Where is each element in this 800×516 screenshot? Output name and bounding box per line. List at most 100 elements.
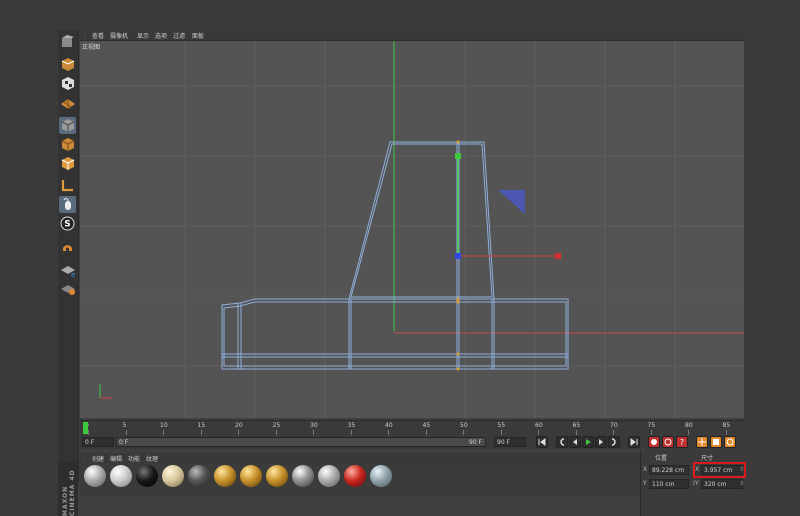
material-swatch-gold[interactable]	[214, 465, 236, 487]
material-menubar: ⋮ 创建 编辑 功能 纹理	[80, 453, 640, 463]
size-y-field[interactable]: 320 cm	[701, 479, 743, 489]
viewport-menubar: ⋮ 查看 摄像机 显示 选项 过滤 面板	[80, 30, 744, 41]
previous-frame-button[interactable]	[569, 436, 581, 448]
auto-key-button[interactable]	[662, 436, 674, 448]
key-help-button[interactable]: ?	[676, 436, 688, 448]
current-frame-label: 0 F	[119, 439, 129, 446]
axis-tool-icon[interactable]	[59, 177, 76, 194]
gizmo-center-handle[interactable]	[455, 253, 461, 259]
menu-view[interactable]: 查看	[92, 31, 104, 40]
playback-controls-row: 0 F 0 F 90 F 90 F ?	[80, 435, 744, 449]
view-label: 正视图	[82, 44, 101, 51]
range-end-label: 90 F	[469, 439, 482, 446]
end-frame-field[interactable]: 90 F	[494, 437, 526, 447]
object-cube-icon[interactable]	[59, 155, 76, 172]
material-swatches	[80, 463, 640, 495]
gizmo-y-handle[interactable]	[455, 153, 461, 159]
pos-y-label: Y	[643, 480, 647, 487]
size-y-label: Y	[695, 480, 699, 487]
svg-text:e: e	[71, 271, 75, 278]
frame-range-slider[interactable]: 0 F 90 F	[116, 437, 486, 447]
timeline-ruler[interactable]: 0510152025303540455055606570758085	[80, 420, 744, 435]
timeline-tick-label: 40	[385, 422, 393, 429]
next-key-button[interactable]	[608, 436, 620, 448]
cinema4d-window: S e ⋮ 查看 摄像机 显示 选项 过滤 面板 正视图 5 10 15 20 …	[58, 30, 746, 516]
snap-s-icon[interactable]: S	[59, 215, 76, 232]
position-header: 位置	[655, 455, 668, 462]
cube-object-icon[interactable]	[59, 56, 76, 73]
mouse-tweak-icon[interactable]	[59, 196, 76, 213]
timeline-tick-label: 35	[347, 422, 356, 429]
menu-camera[interactable]: 摄像机	[110, 31, 128, 40]
move-gizmo[interactable]	[455, 153, 561, 259]
start-frame-field[interactable]: 0 F	[82, 437, 114, 447]
timeline-tick-label: 65	[572, 422, 581, 429]
grip-icon: ⋮	[82, 31, 88, 38]
timeline-playhead[interactable]	[83, 422, 88, 434]
material-swatch-dark-gray[interactable]	[188, 465, 210, 487]
gizmo-plane-handle[interactable]	[498, 190, 525, 214]
material-swatch-chrome[interactable]	[292, 465, 314, 487]
material-swatch-red[interactable]	[344, 465, 366, 487]
viewport-canvas	[80, 41, 744, 418]
timeline-tick-label: 20	[235, 422, 243, 429]
menu-function[interactable]: 功能	[128, 454, 140, 463]
go-to-start-button[interactable]	[536, 436, 548, 448]
rotate-key-button[interactable]	[710, 436, 722, 448]
timeline-tick-label: 60	[535, 422, 543, 429]
menu-display[interactable]: 显示	[137, 31, 149, 40]
menu-edit[interactable]: 编辑	[110, 454, 122, 463]
position-x-field[interactable]: 89.228 cm	[649, 465, 689, 475]
grid-lock-icon[interactable]	[59, 280, 76, 297]
texture-mode-icon[interactable]	[59, 136, 76, 153]
material-swatch-glass[interactable]	[370, 465, 392, 487]
highlight-annotation	[693, 462, 746, 478]
timeline-tick-label: 10	[160, 422, 168, 429]
svg-text:S: S	[64, 220, 70, 230]
menu-panel[interactable]: 面板	[192, 31, 204, 40]
go-to-end-button[interactable]	[628, 436, 640, 448]
move-key-button[interactable]	[696, 436, 708, 448]
material-swatch-black[interactable]	[136, 465, 158, 487]
timeline-tick-label: 5	[122, 422, 127, 429]
record-key-button[interactable]	[648, 436, 660, 448]
timeline-tick-label: 50	[460, 422, 468, 429]
previous-key-button[interactable]	[556, 436, 568, 448]
viewport-grid	[80, 41, 744, 418]
menu-options[interactable]: 选项	[155, 31, 167, 40]
timeline-tick-label: 25	[272, 422, 281, 429]
position-y-field[interactable]: 110 cm	[649, 479, 689, 489]
timeline-tick-label: 55	[497, 422, 506, 429]
move-tool-icon[interactable]	[59, 34, 76, 51]
material-swatch-silver[interactable]	[318, 465, 340, 487]
material-swatch-cream[interactable]	[162, 465, 184, 487]
model-mode-icon[interactable]	[59, 117, 76, 134]
material-swatch-white[interactable]	[110, 465, 132, 487]
left-toolbar: S e	[58, 30, 79, 482]
material-swatch-gold[interactable]	[240, 465, 262, 487]
timeline-tick-label: 75	[647, 422, 656, 429]
next-frame-button[interactable]	[595, 436, 607, 448]
size-y-stepper-icon[interactable]: ⇕	[739, 480, 744, 487]
svg-text:?: ?	[680, 438, 684, 447]
checker-cube-icon[interactable]	[59, 75, 76, 92]
magnet-snap-icon[interactable]	[59, 238, 76, 255]
timeline-tick-label: 30	[310, 422, 318, 429]
timeline-tick-label: 80	[685, 422, 693, 429]
timeline-tick-label: 45	[422, 422, 431, 429]
timeline-tick-label: 85	[722, 422, 731, 429]
size-header: 尺寸	[701, 455, 714, 462]
menu-filter[interactable]: 过滤	[173, 31, 185, 40]
workplane-icon[interactable]: e	[59, 261, 76, 278]
menu-create[interactable]: 创建	[92, 454, 104, 463]
pos-x-label: X	[643, 466, 648, 473]
play-button[interactable]	[582, 436, 594, 448]
menu-texture[interactable]: 纹理	[146, 454, 158, 463]
front-viewport[interactable]: 正视图	[80, 41, 744, 418]
gizmo-x-handle[interactable]	[555, 253, 561, 259]
plane-grid-icon[interactable]	[59, 94, 76, 111]
material-swatch-gold[interactable]	[266, 465, 288, 487]
material-swatch-silver[interactable]	[84, 465, 106, 487]
scale-key-button[interactable]	[724, 436, 736, 448]
brand-strip: MAXON CINEMA 4D	[58, 462, 78, 516]
